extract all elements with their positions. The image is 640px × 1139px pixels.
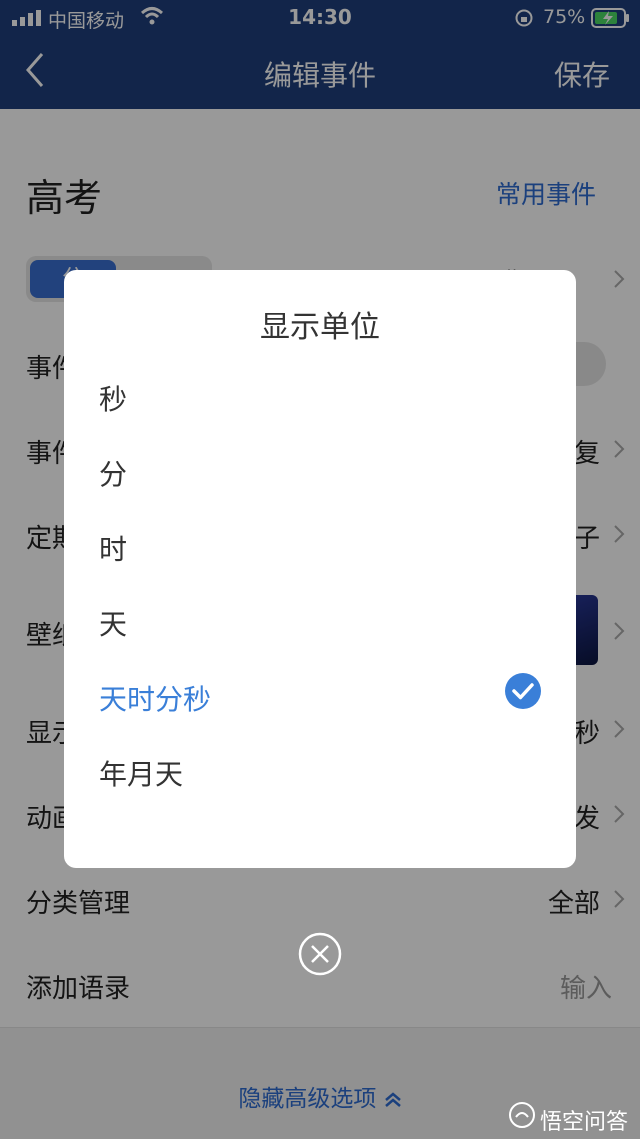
option-label: 天时分秒 bbox=[99, 683, 212, 716]
watermark-text: 悟空问答 bbox=[539, 1110, 628, 1135]
option-seconds[interactable]: 秒 bbox=[64, 366, 576, 426]
wukong-logo-icon bbox=[509, 1102, 535, 1128]
dialog-title: 显示单位 bbox=[260, 310, 380, 345]
option-days[interactable]: 天 bbox=[64, 591, 576, 651]
display-unit-dialog: 显示单位 秒 分 时 天 天时分秒 年月天 bbox=[64, 270, 576, 868]
option-label: 年月天 bbox=[99, 758, 184, 791]
option-year-month-day[interactable]: 年月天 bbox=[64, 741, 576, 801]
checkmark-icon bbox=[505, 673, 541, 709]
option-label: 分 bbox=[99, 458, 128, 491]
option-label: 时 bbox=[99, 533, 128, 566]
option-label: 天 bbox=[99, 608, 128, 641]
close-icon[interactable] bbox=[298, 932, 342, 976]
option-hours[interactable]: 时 bbox=[64, 516, 576, 576]
option-label: 秒 bbox=[99, 383, 128, 416]
option-minutes[interactable]: 分 bbox=[64, 441, 576, 501]
option-days-hours-minutes-seconds[interactable]: 天时分秒 bbox=[64, 666, 576, 726]
